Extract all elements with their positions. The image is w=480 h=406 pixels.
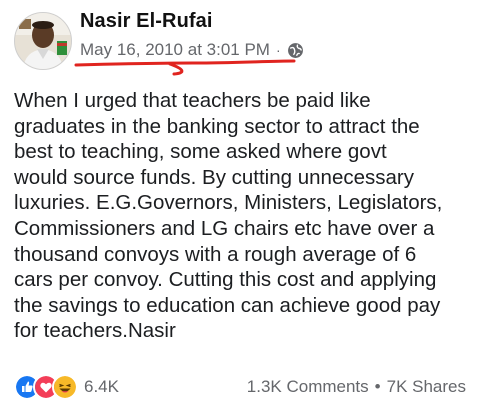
- engagement-stats: 1.3K Comments • 7K Shares: [247, 377, 466, 397]
- reaction-summary[interactable]: 6.4K: [14, 374, 119, 400]
- author-name[interactable]: Nasir El-Rufai: [80, 10, 213, 33]
- reaction-count: 6.4K: [84, 377, 119, 396]
- haha-icon: [52, 374, 78, 400]
- comments-count[interactable]: 1.3K Comments: [247, 377, 369, 397]
- stats-separator: •: [374, 377, 381, 396]
- facebook-post: Nasir El-Rufai May 16, 2010 at 3:01 PM ·…: [0, 0, 480, 406]
- red-underline-annotation: [74, 59, 296, 76]
- shares-count[interactable]: 7K Shares: [387, 377, 466, 397]
- author-avatar[interactable]: [14, 12, 72, 70]
- post-body: When I urged that teachers be paid like …: [14, 89, 443, 343]
- avatar-portrait-icon: [15, 13, 71, 69]
